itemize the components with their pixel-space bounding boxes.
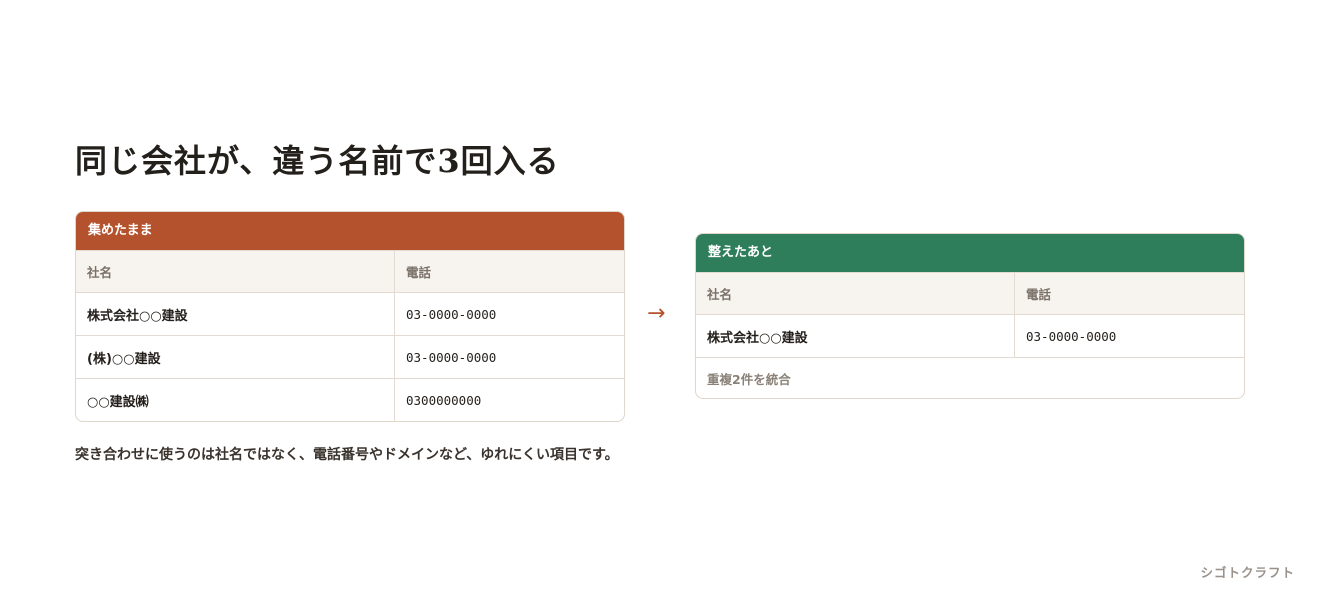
company-cell: 株式会社○○建設 <box>76 292 395 336</box>
column-header-phone: 電話 <box>1014 272 1244 315</box>
merge-note: 重複2件を統合 <box>696 357 1244 398</box>
table-row: ○○建設㈱ 0300000000 <box>76 378 624 421</box>
company-cell: 株式会社○○建設 <box>696 314 1015 358</box>
after-table-header: 整えたあと <box>696 234 1244 272</box>
table-row: 株式会社○○建設 03-0000-0000 <box>76 292 624 336</box>
column-header-phone: 電話 <box>394 250 624 293</box>
table-row: 株式会社○○建設 03-0000-0000 <box>696 314 1244 358</box>
before-table-card: 集めたまま 社名 電話 株式会社○○建設 03-0000-0000 (株)○○建… <box>75 211 625 422</box>
after-table-card: 整えたあと 社名 電話 株式会社○○建設 03-0000-0000 重複2件を統… <box>695 233 1245 399</box>
phone-cell: 03-0000-0000 <box>1014 314 1244 358</box>
right-arrow-icon: → <box>647 301 666 326</box>
table-header-row: 社名 電話 <box>696 272 1244 315</box>
table-row: (株)○○建設 03-0000-0000 <box>76 335 624 379</box>
column-header-company: 社名 <box>76 250 395 293</box>
before-table: 社名 電話 株式会社○○建設 03-0000-0000 (株)○○建設 03-0… <box>76 250 624 421</box>
before-table-header: 集めたまま <box>76 212 624 250</box>
merge-note-row: 重複2件を統合 <box>696 357 1244 398</box>
company-cell: ○○建設㈱ <box>76 378 395 421</box>
phone-cell: 03-0000-0000 <box>394 335 624 379</box>
table-header-row: 社名 電話 <box>76 250 624 293</box>
company-cell: (株)○○建設 <box>76 335 395 379</box>
phone-cell: 0300000000 <box>394 378 624 421</box>
brand-logo-text: シゴトクラフト <box>1200 565 1295 580</box>
page-title: 同じ会社が、違う名前で3回入る <box>75 142 560 180</box>
caption-text: 突き合わせに使うのは社名ではなく、電話番号やドメインなど、ゆれにくい項目です。 <box>75 447 619 463</box>
after-table: 社名 電話 株式会社○○建設 03-0000-0000 重複2件を統合 <box>696 272 1244 398</box>
column-header-company: 社名 <box>696 272 1015 315</box>
phone-cell: 03-0000-0000 <box>394 292 624 336</box>
